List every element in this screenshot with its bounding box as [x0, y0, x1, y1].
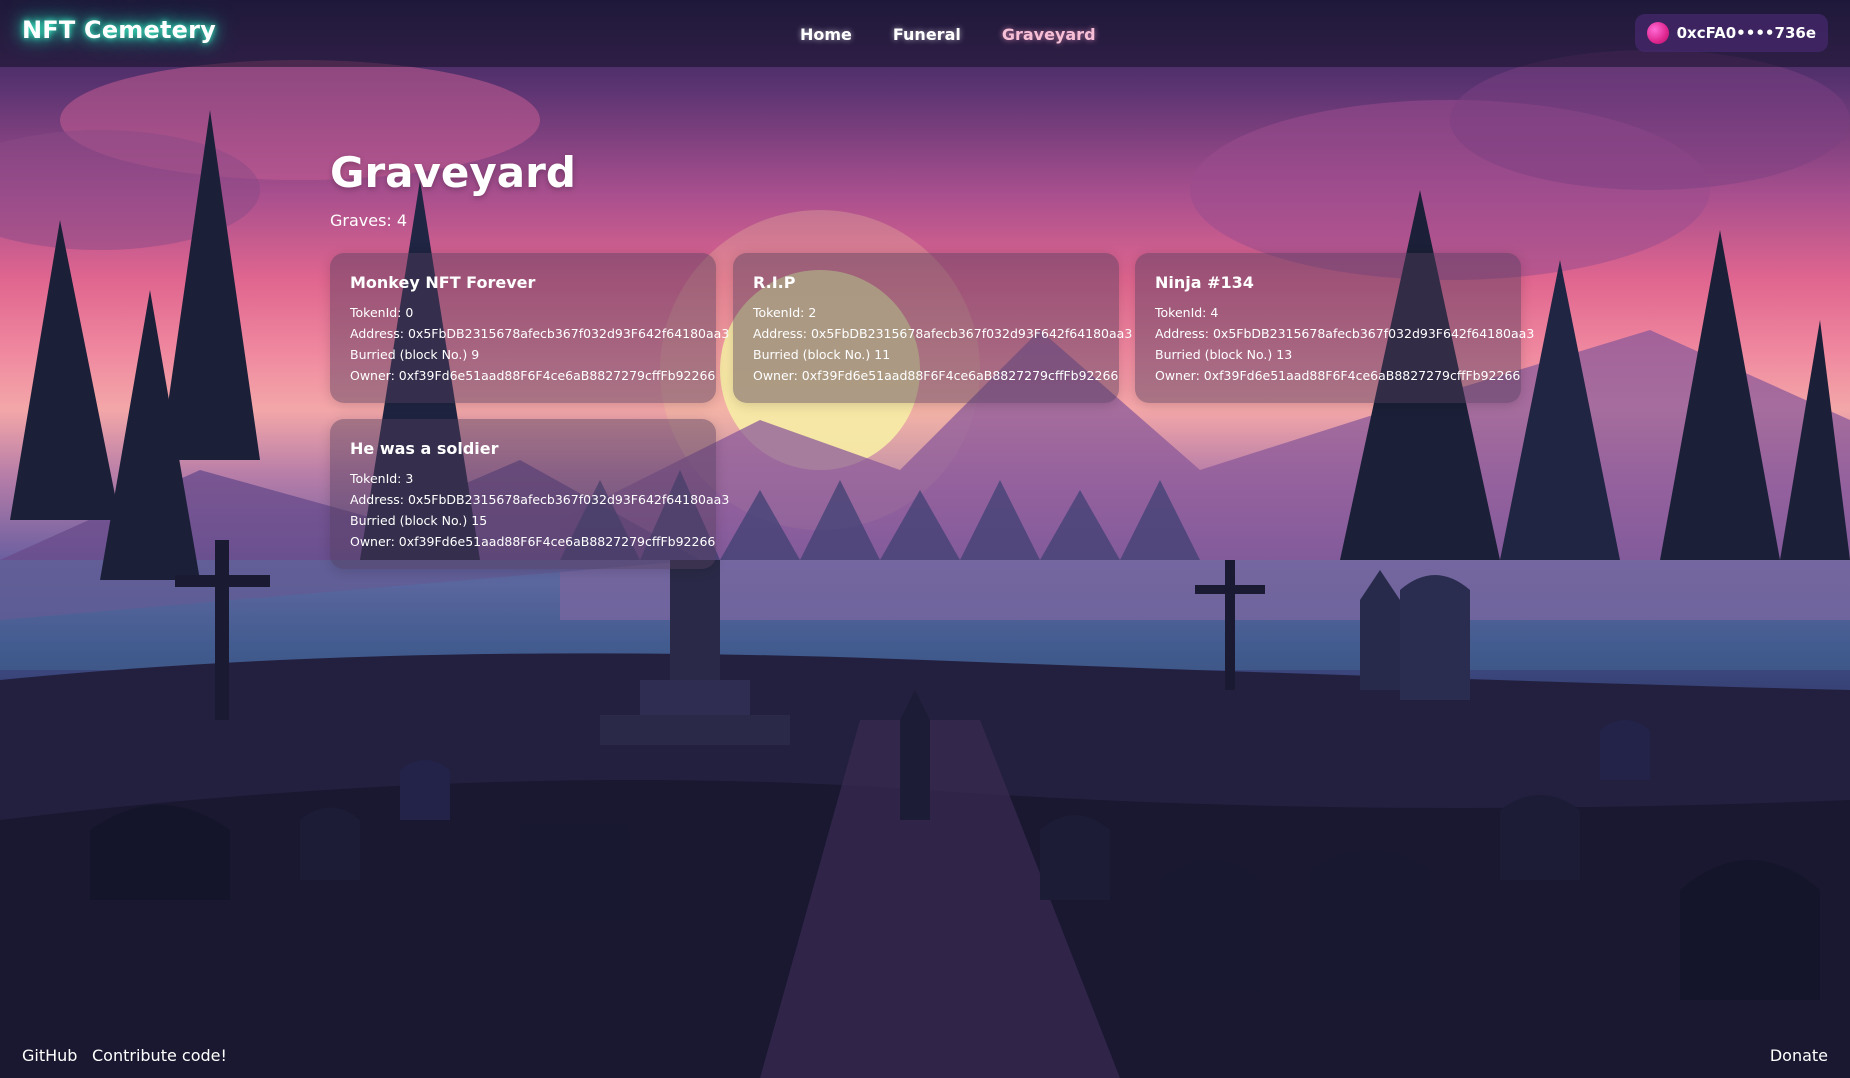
grave-address: Address: 0x5FbDB2315678afecb367f032d93F6… — [350, 326, 730, 341]
page-title: Graveyard — [330, 148, 576, 197]
wallet-button[interactable]: 0xcFA0••••736e — [1634, 14, 1828, 52]
nav-funeral[interactable]: Funeral — [893, 25, 961, 44]
grave-address: Address: 0x5FbDB2315678afecb367f032d93F6… — [350, 492, 730, 507]
grave-block: Burried (block No.) 11 — [753, 347, 891, 362]
top-navbar: NFT Cemetery Home Funeral Graveyard 0xcF… — [0, 0, 1850, 67]
grave-block: Burried (block No.) 15 — [350, 513, 488, 528]
grave-address: Address: 0x5FbDB2315678afecb367f032d93F6… — [753, 326, 1133, 341]
graves-count: Graves: 4 — [330, 211, 1530, 230]
grave-token-id: TokenId: 4 — [1155, 305, 1219, 320]
grave-card[interactable]: Ninja #134 TokenId: 4 Address: 0x5FbDB23… — [1135, 253, 1535, 403]
grave-name: Monkey NFT Forever — [350, 273, 536, 292]
footer: GitHub Contribute code! Donate — [0, 1038, 1850, 1078]
github-link[interactable]: GitHub — [22, 1046, 77, 1065]
grave-card[interactable]: R.I.P TokenId: 2 Address: 0x5FbDB2315678… — [733, 253, 1133, 403]
wallet-avatar-icon — [1646, 22, 1669, 44]
grave-block: Burried (block No.) 9 — [350, 347, 480, 362]
nav-graveyard[interactable]: Graveyard — [1002, 25, 1096, 44]
grave-block: Burried (block No.) 13 — [1155, 347, 1293, 362]
grave-card[interactable]: He was a soldier TokenId: 3 Address: 0x5… — [330, 419, 730, 569]
graveyard-main: Graveyard Graves: 4 Monkey NFT Forever T… — [330, 148, 1534, 569]
grave-address: Address: 0x5FbDB2315678afecb367f032d93F6… — [1155, 326, 1535, 341]
grave-token-id: TokenId: 2 — [753, 305, 817, 320]
grave-owner: Owner: 0xf39Fd6e51aad88F6F4ce6aB8827279c… — [753, 368, 1119, 383]
graves-count-value: 4 — [396, 211, 408, 230]
grave-owner: Owner: 0xf39Fd6e51aad88F6F4ce6aB8827279c… — [350, 368, 716, 383]
grave-card[interactable]: Monkey NFT Forever TokenId: 0 Address: 0… — [330, 253, 730, 403]
graves-count-label: Graves: — [330, 211, 392, 230]
grave-token-id: TokenId: 3 — [350, 471, 414, 486]
grave-owner: Owner: 0xf39Fd6e51aad88F6F4ce6aB8827279c… — [1155, 368, 1521, 383]
wallet-address: 0xcFA0••••736e — [1676, 24, 1816, 42]
grave-name: R.I.P — [753, 273, 796, 292]
grave-owner: Owner: 0xf39Fd6e51aad88F6F4ce6aB8827279c… — [350, 534, 716, 549]
main-nav: Home Funeral Graveyard — [800, 25, 1137, 44]
donate-link[interactable]: Donate — [1770, 1046, 1828, 1065]
grave-name: He was a soldier — [350, 439, 499, 458]
grave-token-id: TokenId: 0 — [350, 305, 414, 320]
grave-name: Ninja #134 — [1155, 273, 1254, 292]
brand-logo[interactable]: NFT Cemetery — [22, 16, 216, 44]
nav-home[interactable]: Home — [800, 25, 852, 44]
contribute-link[interactable]: Contribute code! — [92, 1046, 227, 1065]
